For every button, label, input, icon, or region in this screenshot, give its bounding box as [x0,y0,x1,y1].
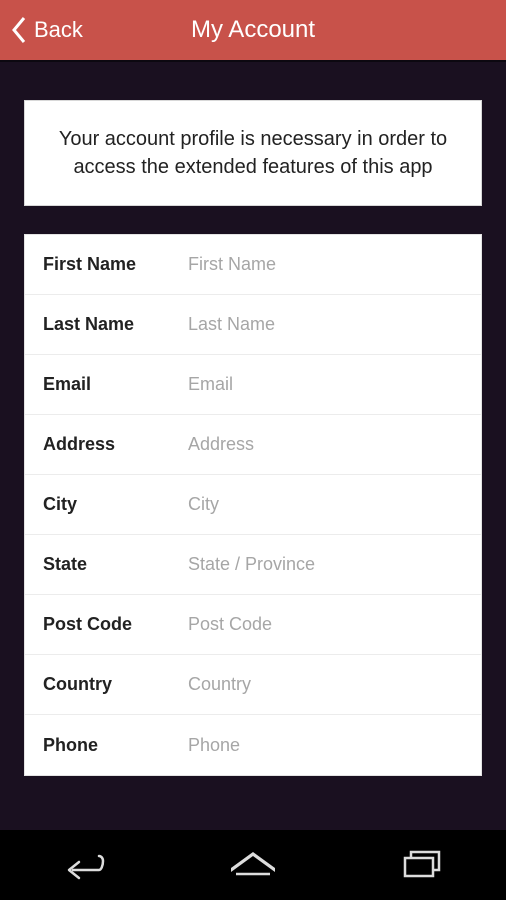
row-phone: Phone [25,715,481,775]
row-post-code: Post Code [25,595,481,655]
label-state: State [43,554,188,575]
label-address: Address [43,434,188,455]
row-state: State [25,535,481,595]
profile-form: First Name Last Name Email Address City … [24,234,482,776]
info-card: Your account profile is necessary in ord… [24,100,482,206]
input-address[interactable] [188,434,463,455]
android-nav-bar [0,830,506,900]
input-last-name[interactable] [188,314,463,335]
label-city: City [43,494,188,515]
row-email: Email [25,355,481,415]
label-post-code: Post Code [43,614,188,635]
input-phone[interactable] [188,735,463,756]
label-first-name: First Name [43,254,188,275]
row-country: Country [25,655,481,715]
input-post-code[interactable] [188,614,463,635]
nav-recent-icon [397,846,447,880]
back-label: Back [34,17,83,43]
row-last-name: Last Name [25,295,481,355]
input-city[interactable] [188,494,463,515]
input-email[interactable] [188,374,463,395]
input-first-name[interactable] [188,254,463,275]
nav-recent-button[interactable] [397,846,447,885]
row-city: City [25,475,481,535]
input-state[interactable] [188,554,463,575]
nav-home-button[interactable] [228,846,278,885]
row-first-name: First Name [25,235,481,295]
header-bar: Back My Account [0,0,506,62]
label-last-name: Last Name [43,314,188,335]
back-button[interactable]: Back [0,16,83,44]
nav-back-button[interactable] [59,846,109,885]
nav-home-icon [228,846,278,880]
input-country[interactable] [188,674,463,695]
label-country: Country [43,674,188,695]
label-phone: Phone [43,735,188,756]
nav-back-icon [59,846,109,880]
row-address: Address [25,415,481,475]
chevron-left-icon [10,16,28,44]
label-email: Email [43,374,188,395]
